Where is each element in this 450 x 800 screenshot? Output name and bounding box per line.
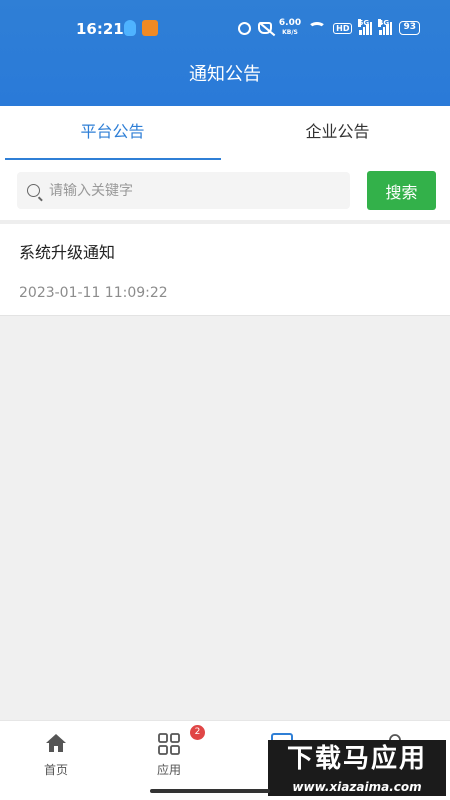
notice-tabs: 平台公告 企业公告 (0, 106, 450, 160)
wifi-icon (308, 21, 327, 35)
mute-icon (257, 22, 272, 34)
home-indicator[interactable] (150, 789, 270, 793)
signal-5g-label: 5G (358, 18, 370, 27)
watermark-url: www.xiazaima.com (268, 778, 446, 796)
speed-unit: KB/S (282, 29, 298, 36)
speed-value: 6.00 (278, 18, 302, 28)
watermark-logo: 下载马应用 www.xiazaima.com (268, 740, 446, 796)
qq-icon (124, 20, 136, 36)
alarm-icon (237, 21, 251, 35)
status-time: 16:21 (76, 20, 124, 38)
signal-5g-icon: 5G (358, 18, 373, 35)
status-bar: 16:21 6.00 KB/S HD 5G 4G 93 (0, 0, 450, 58)
network-speed: 6.00 KB/S (279, 19, 301, 37)
page-title: 通知公告 (189, 64, 261, 85)
search-button[interactable]: 搜索 (367, 171, 436, 210)
signal-4g-label: 4G (378, 18, 390, 27)
tab-platform-notices[interactable]: 平台公告 (0, 106, 225, 160)
signal-4g-icon: 4G (378, 18, 393, 35)
notice-title: 系统升级通知 (19, 243, 116, 262)
notice-time: 2023-01-11 11:09:22 (19, 285, 168, 301)
status-app-icons (124, 20, 158, 36)
hd-icon: HD (333, 22, 353, 34)
nav-label-home: 首页 (43, 763, 68, 777)
watermark-main: 下载马应用 (268, 740, 446, 778)
home-icon (46, 734, 66, 752)
status-indicators: 6.00 KB/S HD 5G 4G 93 (237, 18, 420, 37)
grid-icon (158, 733, 180, 755)
apps-badge: 2 (190, 725, 205, 740)
app-notification-icon (142, 20, 158, 36)
nav-item-home[interactable]: 首页 (0, 721, 112, 800)
search-icon (27, 184, 40, 197)
search-input[interactable] (49, 182, 329, 199)
nav-label-apps: 应用 (156, 763, 181, 777)
search-box[interactable] (17, 172, 350, 209)
notice-list-item[interactable]: 系统升级通知 2023-01-11 11:09:22 (0, 224, 450, 316)
battery-icon: 93 (399, 21, 420, 35)
search-bar: 搜索 (0, 160, 450, 220)
app-header: 16:21 6.00 KB/S HD 5G 4G 93 通知公告 (0, 0, 450, 106)
tab-enterprise-notices[interactable]: 企业公告 (225, 106, 450, 160)
